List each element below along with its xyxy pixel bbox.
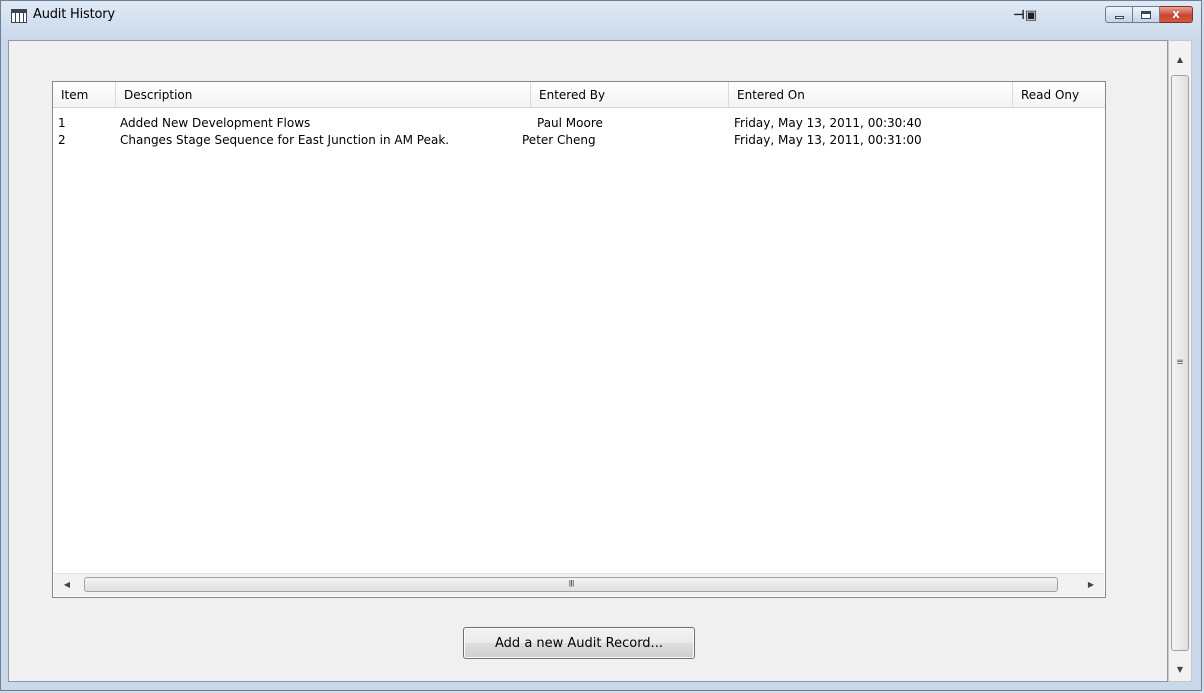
grip-icon: ≡ xyxy=(1176,357,1184,368)
grip-icon: III xyxy=(568,579,575,589)
scroll-up-icon[interactable]: ▲ xyxy=(1169,51,1191,69)
column-header-entered-by[interactable]: Entered By xyxy=(531,82,729,107)
close-button[interactable]: x xyxy=(1160,6,1193,23)
cell-item: 2 xyxy=(58,133,66,147)
title-bar[interactable]: Audit History ⊣▣ x xyxy=(1,1,1201,31)
column-header-item[interactable]: Item xyxy=(53,82,116,107)
cell-entered-by: Peter Cheng xyxy=(522,133,596,147)
vertical-scroll-thumb[interactable]: ≡ xyxy=(1171,75,1189,651)
cell-description: Changes Stage Sequence for East Junction… xyxy=(120,133,450,147)
vertical-scrollbar[interactable]: ▲ ≡ ▼ xyxy=(1168,40,1192,682)
scroll-left-icon[interactable]: ◀ xyxy=(58,574,76,596)
table-icon xyxy=(11,9,27,23)
minimize-icon xyxy=(1115,16,1124,19)
cell-item: 1 xyxy=(58,116,66,130)
scroll-right-icon[interactable]: ▶ xyxy=(1082,574,1100,596)
cell-entered-on: Friday, May 13, 2011, 00:30:40 xyxy=(734,116,922,130)
column-header-description[interactable]: Description xyxy=(116,82,531,107)
horizontal-scrollbar[interactable]: ◀ III ▶ xyxy=(54,573,1104,596)
column-header-read-only[interactable]: Read Ony xyxy=(1013,82,1105,107)
audit-list[interactable]: Item Description Entered By Entered On R… xyxy=(52,81,1106,598)
cell-description: Added New Development Flows xyxy=(120,116,311,130)
pin-icon[interactable]: ⊣▣ xyxy=(1013,9,1037,23)
cell-entered-on: Friday, May 13, 2011, 00:31:00 xyxy=(734,133,922,147)
close-icon: x xyxy=(1172,7,1180,21)
scroll-down-icon[interactable]: ▼ xyxy=(1169,661,1191,679)
horizontal-scroll-thumb[interactable]: III xyxy=(84,577,1058,592)
list-header: Item Description Entered By Entered On R… xyxy=(53,82,1105,108)
column-header-entered-on[interactable]: Entered On xyxy=(729,82,1013,107)
add-audit-record-button[interactable]: Add a new Audit Record... xyxy=(463,627,695,659)
maximize-icon xyxy=(1141,11,1151,19)
cell-entered-by: Paul Moore xyxy=(537,116,603,130)
window-controls: x xyxy=(1105,6,1193,25)
table-row[interactable]: 1 Added New Development Flows Paul Moore… xyxy=(53,115,1105,132)
window-title: Audit History xyxy=(33,7,115,22)
minimize-button[interactable] xyxy=(1105,6,1133,23)
maximize-button[interactable] xyxy=(1133,6,1160,23)
table-row[interactable]: 2 Changes Stage Sequence for East Juncti… xyxy=(53,132,1105,149)
